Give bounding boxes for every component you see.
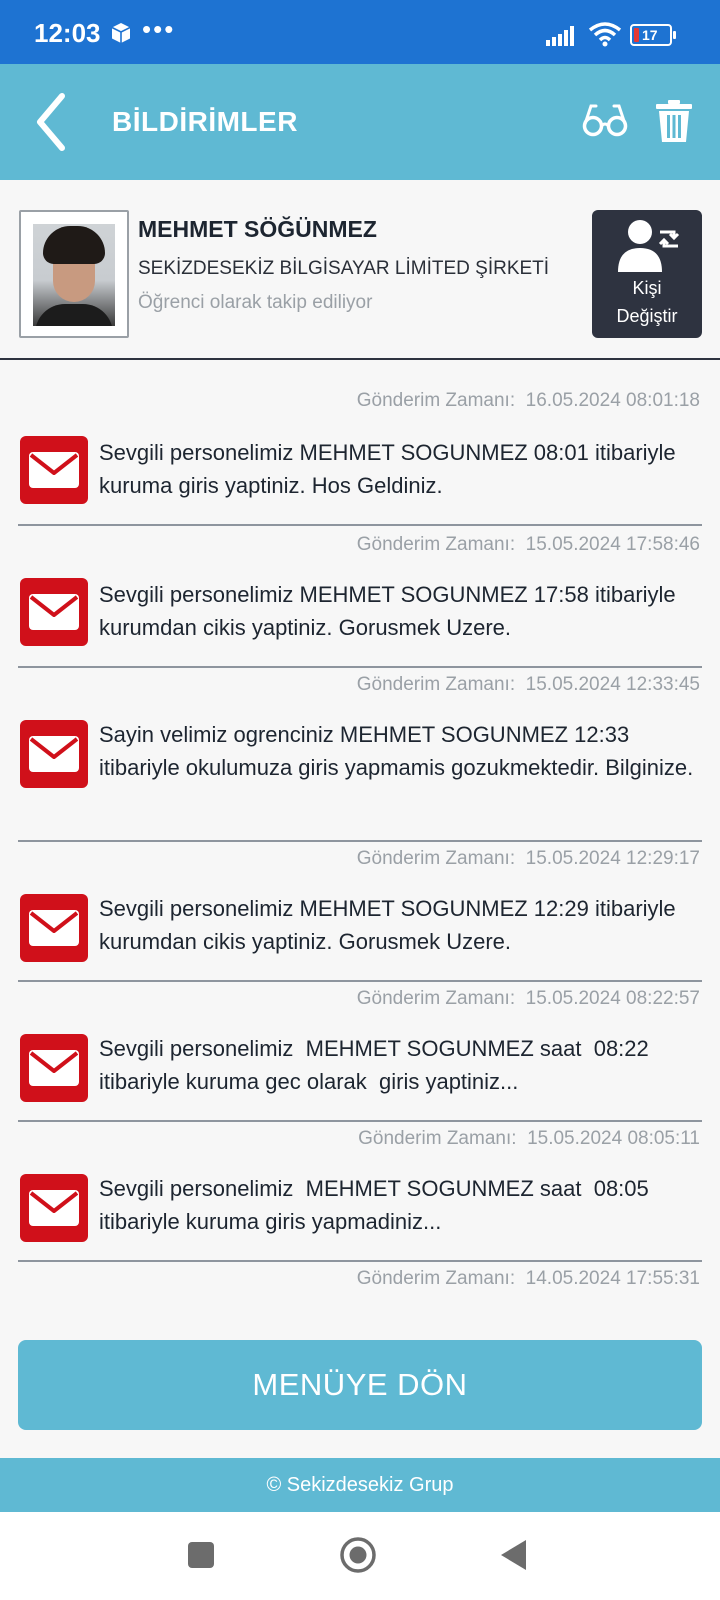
footer-copyright: © Sekizdesekiz Grup [0, 1458, 720, 1512]
status-more-dots: ••• [142, 14, 176, 44]
mail-icon [20, 720, 88, 788]
notification-timestamp: Gönderim Zamanı: 15.05.2024 08:05:11 [358, 1128, 700, 1149]
signal-icon [546, 26, 574, 46]
wifi-icon [588, 22, 622, 47]
mail-icon [20, 894, 88, 962]
package-icon [111, 23, 131, 43]
back-arrow-icon[interactable] [32, 92, 72, 152]
notification-timestamp: Gönderim Zamanı: 16.05.2024 08:01:18 [356, 390, 700, 411]
divider [18, 840, 702, 842]
profile-photo [33, 224, 115, 326]
notification-timestamp: Gönderim Zamanı: 15.05.2024 08:22:57 [356, 988, 700, 1009]
notification-message: Sevgili personelimiz MEHMET SOGUNMEZ saa… [99, 1036, 655, 1094]
page-title: BİLDİRİMLER [112, 106, 298, 137]
notification-timestamp: Gönderim Zamanı: 14.05.2024 17:55:31 [356, 1268, 700, 1289]
profile-card: MEHMET SÖĞÜNMEZ SEKİZDESEKİZ BİLGİSAYAR … [0, 180, 720, 360]
nav-back-icon[interactable] [498, 1538, 528, 1572]
battery-level: 17 [642, 27, 658, 43]
notification-timestamp: Gönderim Zamanı: 15.05.2024 12:29:17 [356, 848, 700, 869]
notification-timestamp: Gönderim Zamanı: 15.05.2024 17:58:46 [356, 534, 700, 555]
notification-message: Sevgili personelimiz MEHMET SOGUNMEZ 08:… [99, 440, 682, 498]
notification-timestamp: Gönderim Zamanı: 15.05.2024 12:33:45 [356, 674, 700, 695]
profile-company: SEKİZDESEKİZ BİLGİSAYAR LİMİTED ŞİRKETİ [138, 258, 550, 279]
notification-message: Sayin velimiz ogrenciniz MEHMET SOGUNMEZ… [99, 722, 694, 780]
notification-message: Sevgili personelimiz MEHMET SOGUNMEZ saa… [99, 1176, 655, 1234]
home-icon[interactable] [339, 1536, 377, 1574]
person-switch-icon [618, 220, 680, 272]
notification-message: Sevgili personelimiz MEHMET SOGUNMEZ 17:… [99, 582, 682, 640]
mail-icon [20, 436, 88, 504]
status-bar: 12:03 ••• 17 [0, 0, 720, 64]
mail-icon [20, 1034, 88, 1102]
notification-message: Sevgili personelimiz MEHMET SOGUNMEZ 12:… [99, 896, 682, 954]
status-time: 12:03 [34, 18, 101, 48]
divider [18, 524, 702, 526]
glasses-icon[interactable] [582, 100, 628, 142]
divider [18, 980, 702, 982]
change-person-label-2: Değiştir [616, 306, 678, 326]
trash-icon[interactable] [656, 100, 692, 142]
back-to-menu-button[interactable]: MENÜYE DÖN [18, 1340, 702, 1430]
divider [18, 1120, 702, 1122]
divider [18, 1260, 702, 1262]
recent-apps-icon[interactable] [188, 1542, 214, 1568]
profile-photo-frame [19, 210, 129, 338]
mail-icon [20, 578, 88, 646]
battery-icon: 17 [630, 24, 676, 46]
change-person-button[interactable]: Kişi Değiştir [592, 210, 702, 338]
mail-icon [20, 1174, 88, 1242]
profile-status: Öğrenci olarak takip ediliyor [138, 292, 373, 313]
divider [18, 666, 702, 668]
profile-name: MEHMET SÖĞÜNMEZ [138, 216, 377, 242]
change-person-label-1: Kişi [632, 278, 662, 298]
system-navigation-bar [0, 1512, 720, 1600]
app-header: BİLDİRİMLER [0, 64, 720, 180]
